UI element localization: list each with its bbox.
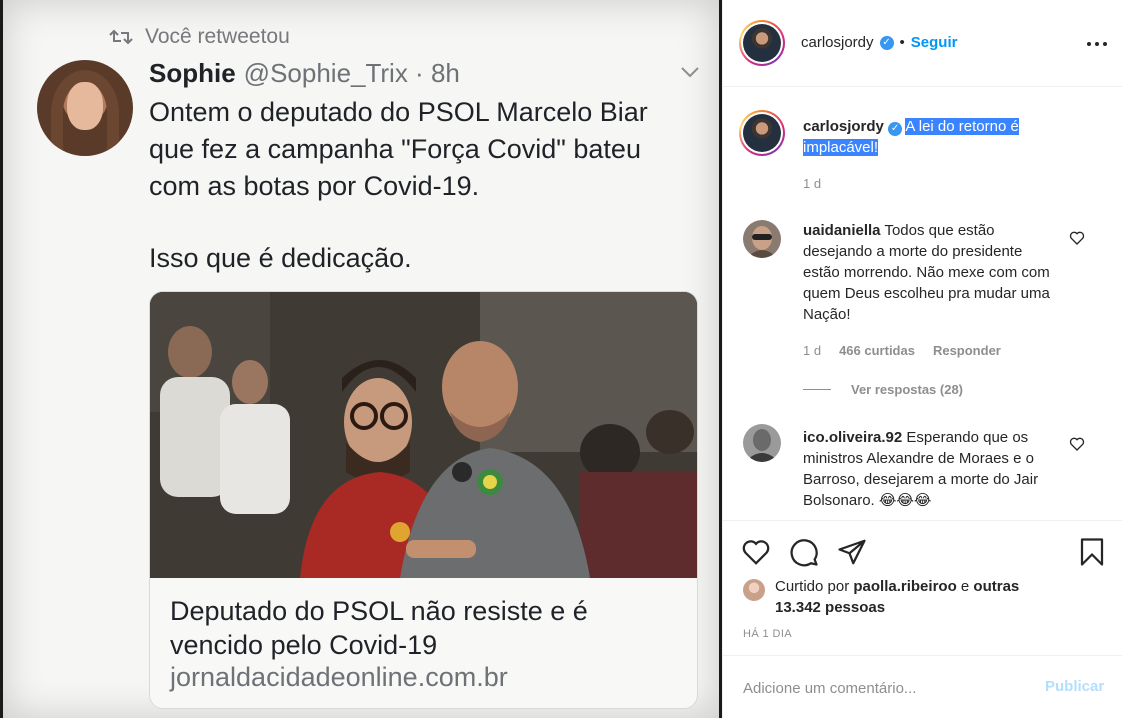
caption-username[interactable]: carlosjordy xyxy=(803,118,884,135)
commenter-avatar[interactable] xyxy=(743,220,781,258)
post-caption: carlosjordy ✓ A lei do retorno é implacá… xyxy=(723,88,1122,198)
share-icon[interactable] xyxy=(837,537,867,567)
comment-meta: 1 d 466 curtidas Responder xyxy=(803,343,1001,358)
tweet-text-line: que fez a campanha "Força Covid" bateu xyxy=(149,134,641,164)
add-comment-bar: Publicar xyxy=(723,655,1122,718)
comment-username[interactable]: uaidaniella xyxy=(803,222,881,239)
comment-likes[interactable]: 466 curtidas xyxy=(839,343,915,358)
heart-icon[interactable] xyxy=(741,537,771,567)
likes-prefix: Curtido por xyxy=(775,578,854,595)
follow-button[interactable]: Seguir xyxy=(911,34,958,51)
tweet-author-line: Sophie @Sophie_Trix · 8h xyxy=(149,58,460,89)
heart-icon[interactable] xyxy=(1069,436,1085,452)
retweet-icon xyxy=(109,29,133,45)
retweet-indicator: Você retweetou xyxy=(109,24,290,50)
liker-avatar[interactable] xyxy=(743,579,765,601)
tweet-handle-time: @Sophie_Trix · 8h xyxy=(243,58,460,88)
post-photo[interactable]: Você retweetou Sophie @Sophie_Trix · 8h … xyxy=(0,0,722,718)
liker-username[interactable]: paolla.ribeiroo xyxy=(853,578,956,595)
comment-input[interactable] xyxy=(743,676,1023,700)
verified-badge-icon: ✓ xyxy=(879,35,894,50)
tweet-author-avatar xyxy=(37,60,133,156)
tweet-text-line: Isso que é dedicação. xyxy=(149,243,412,273)
comment-username[interactable]: ico.oliveira.92 xyxy=(803,429,902,446)
more-options-icon[interactable] xyxy=(1087,36,1107,52)
post-author: carlosjordy ✓ • Seguir xyxy=(801,34,957,51)
view-replies-label: Ver respostas (28) xyxy=(851,382,964,397)
likes-summary: Curtido por paolla.ribeiroo e outras 13.… xyxy=(743,575,1103,619)
tweet-text-line: com as botas por Covid-19. xyxy=(149,171,480,201)
post-header: carlosjordy ✓ • Seguir xyxy=(723,0,1122,87)
link-preview-image xyxy=(150,292,697,578)
likes-text: Curtido por paolla.ribeiroo e outras 13.… xyxy=(775,576,1045,618)
chevron-down-icon xyxy=(681,67,699,78)
header-separator: • xyxy=(899,34,905,51)
verified-badge-icon: ✓ xyxy=(888,122,903,136)
comment-text: uaidaniella Todos que estão desejando a … xyxy=(803,220,1063,325)
post-time-ago: HÁ 1 DIA xyxy=(743,628,793,640)
post-actions xyxy=(723,520,1122,580)
reply-button[interactable]: Responder xyxy=(933,343,1001,358)
view-replies-button[interactable]: Ver respostas (28) xyxy=(803,382,963,397)
author-avatar[interactable] xyxy=(739,20,785,66)
comment-time: 1 d xyxy=(803,343,822,358)
bookmark-icon[interactable] xyxy=(1077,537,1107,567)
publish-button[interactable]: Publicar xyxy=(1045,678,1104,695)
tweet-author-name: Sophie xyxy=(149,58,236,88)
likes-middle: e xyxy=(956,578,974,595)
commenter-avatar[interactable] xyxy=(743,424,781,462)
retweeted-label: Você retweetou xyxy=(145,25,290,48)
tweet-text-line: Ontem o deputado do PSOL Marcelo Biar xyxy=(149,97,648,127)
caption-time: 1 d xyxy=(803,176,822,191)
post-details-panel: carlosjordy ✓ • Seguir carlosjordy ✓ A l… xyxy=(722,0,1122,718)
caption-avatar[interactable] xyxy=(739,110,785,156)
comment-icon[interactable] xyxy=(789,537,819,567)
link-preview-domain: jornaldacidadeonline.com.br xyxy=(170,662,508,692)
author-username[interactable]: carlosjordy xyxy=(801,34,874,51)
link-preview-card: Deputado do PSOL não resiste e é vencido… xyxy=(149,291,698,709)
caption-text: carlosjordy ✓ A lei do retorno é implacá… xyxy=(803,116,1073,158)
link-preview-title: Deputado do PSOL não resiste e é vencido… xyxy=(170,596,588,660)
comment-text: ico.oliveira.92 Esperando que os ministr… xyxy=(803,427,1063,511)
heart-icon[interactable] xyxy=(1069,230,1085,246)
retweet-screenshot: Você retweetou Sophie @Sophie_Trix · 8h … xyxy=(3,0,719,718)
